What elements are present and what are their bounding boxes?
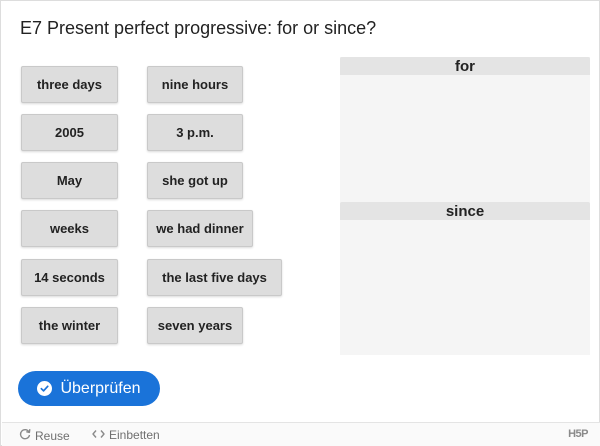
embed-label: Einbetten xyxy=(109,428,160,442)
reuse-button[interactable]: Reuse xyxy=(19,428,70,443)
check-button[interactable]: Überprüfen xyxy=(18,371,160,406)
dropzone-since[interactable]: since xyxy=(340,202,590,355)
draggable-we-had-dinner[interactable]: we had dinner xyxy=(147,210,253,247)
page-title: E7 Present perfect progressive: for or s… xyxy=(20,18,377,38)
reuse-label: Reuse xyxy=(35,428,70,443)
dropzone-label-since: since xyxy=(340,202,590,220)
draggable-nine-hours[interactable]: nine hours xyxy=(147,66,243,103)
footer-bar: Reuse Einbetten H5P xyxy=(2,422,600,446)
draggable-2005[interactable]: 2005 xyxy=(21,114,118,151)
draggable-3-pm[interactable]: 3 p.m. xyxy=(147,114,243,151)
draggable-seven-years[interactable]: seven years xyxy=(147,307,243,344)
draggable-the-last-five-days[interactable]: the last five days xyxy=(147,259,282,296)
draggable-14-seconds[interactable]: 14 seconds xyxy=(21,259,118,296)
h5p-content-frame: E7 Present perfect progressive: for or s… xyxy=(0,0,600,446)
code-icon xyxy=(92,428,105,442)
embed-button[interactable]: Einbetten xyxy=(92,428,160,442)
reuse-icon xyxy=(19,428,31,443)
draggable-the-winter[interactable]: the winter xyxy=(21,307,118,344)
check-button-label: Überprüfen xyxy=(60,379,141,397)
dropzone-label-for: for xyxy=(340,57,590,75)
dropzone-for[interactable]: for xyxy=(340,57,590,202)
draggable-weeks[interactable]: weeks xyxy=(21,210,118,247)
draggable-may[interactable]: May xyxy=(21,162,118,199)
draggable-three-days[interactable]: three days xyxy=(21,66,118,103)
h5p-logo[interactable]: H5P xyxy=(568,428,588,440)
draggable-she-got-up[interactable]: she got up xyxy=(147,162,243,199)
check-circle-icon xyxy=(37,381,53,396)
